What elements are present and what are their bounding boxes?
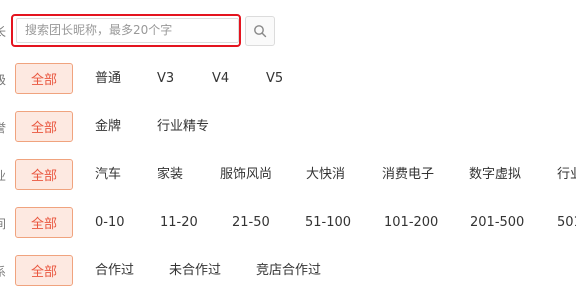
filter-option[interactable]: 101-200 (384, 207, 438, 238)
filter-option[interactable]: 21-50 (232, 207, 270, 238)
filter-option[interactable]: 行业 (557, 159, 576, 190)
search-icon (254, 25, 267, 38)
filter-label-range: 间 (0, 215, 6, 232)
search-button[interactable] (245, 16, 275, 46)
filter-option[interactable]: 201-500 (470, 207, 524, 238)
filter-option[interactable]: 家装 (157, 159, 183, 190)
filter-option[interactable]: 11-20 (160, 207, 198, 238)
filter-label-honor: 誉 (0, 119, 6, 136)
filter-option[interactable]: 服饰风尚 (220, 159, 272, 190)
filter-option[interactable]: 0-10 (95, 207, 125, 238)
filter-all-chip[interactable]: 全部 (15, 159, 73, 190)
filter-option[interactable]: 消费电子 (382, 159, 434, 190)
filter-option[interactable]: V5 (266, 63, 283, 94)
filter-option[interactable]: 501 (557, 207, 576, 238)
filter-row-industry: 业 全部 汽车 家装 服饰风尚 大快消 消费电子 数字虚拟 行业 (0, 159, 576, 191)
filter-option[interactable]: 普通 (95, 63, 121, 94)
search-label: 长 (0, 23, 6, 40)
filter-row-relationship: 系 全部 合作过 未合作过 竞店合作过 (0, 255, 576, 287)
leader-filter-panel: 长 搜索团长昵称，最多20个字 级 全部 普通 V3 V4 V5 誉 全部 金牌… (0, 0, 576, 303)
filter-option[interactable]: V3 (157, 63, 174, 94)
filter-option[interactable]: V4 (212, 63, 229, 94)
filter-option[interactable]: 竞店合作过 (256, 255, 321, 286)
filter-option[interactable]: 未合作过 (169, 255, 221, 286)
filter-all-chip[interactable]: 全部 (15, 111, 73, 142)
filter-all-chip[interactable]: 全部 (15, 207, 73, 238)
filter-row-level: 级 全部 普通 V3 V4 V5 (0, 63, 576, 95)
filter-row-honor: 誉 全部 金牌 行业精专 (0, 111, 576, 143)
filter-label-level: 级 (0, 71, 6, 88)
filter-all-chip[interactable]: 全部 (15, 255, 73, 286)
filter-option[interactable]: 合作过 (95, 255, 134, 286)
filter-option[interactable]: 51-100 (305, 207, 351, 238)
filter-option[interactable]: 金牌 (95, 111, 121, 142)
search-input[interactable]: 搜索团长昵称，最多20个字 (16, 18, 239, 43)
filter-option[interactable]: 汽车 (95, 159, 121, 190)
filter-label-relationship: 系 (0, 263, 6, 280)
filter-label-industry: 业 (0, 167, 6, 184)
filter-all-chip[interactable]: 全部 (15, 63, 73, 94)
filter-option[interactable]: 行业精专 (157, 111, 209, 142)
filter-option[interactable]: 数字虚拟 (469, 159, 521, 190)
filter-row-range: 间 全部 0-10 11-20 21-50 51-100 101-200 201… (0, 207, 576, 239)
filter-option[interactable]: 大快消 (306, 159, 345, 190)
search-row: 长 搜索团长昵称，最多20个字 (0, 14, 576, 50)
